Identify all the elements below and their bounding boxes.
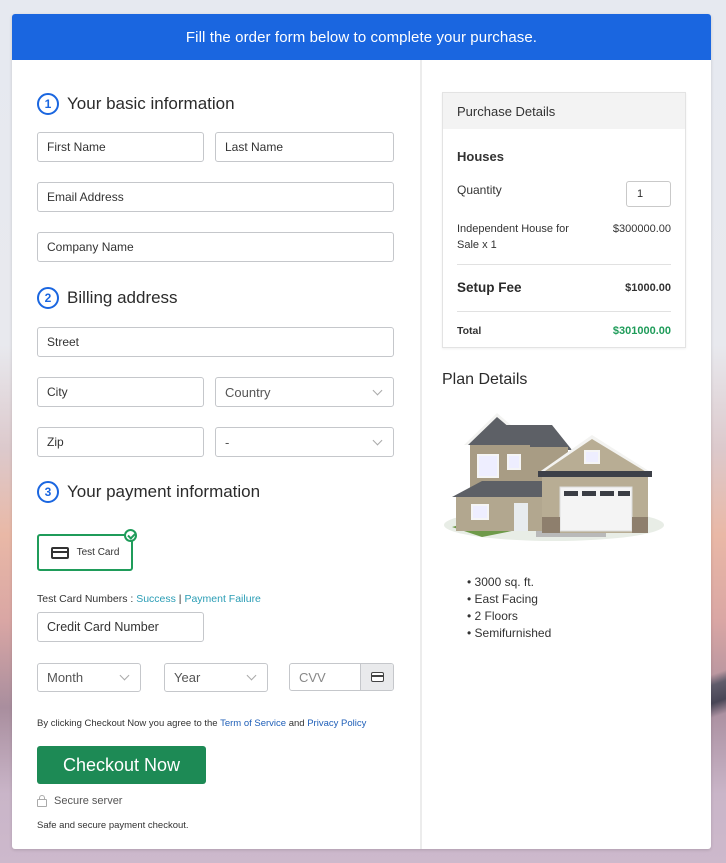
total-label: Total xyxy=(457,325,482,337)
section-basic-info: 1 Your basic information xyxy=(37,93,235,115)
section-title: Your payment information xyxy=(67,482,261,501)
company-input[interactable]: Company Name xyxy=(37,232,394,262)
zip-placeholder: Zip xyxy=(47,435,64,449)
section-title: Your basic information xyxy=(67,94,235,113)
email-placeholder: Email Address xyxy=(47,190,124,204)
success-link[interactable]: Success xyxy=(136,593,176,605)
front-door xyxy=(514,503,528,531)
month-value: Month xyxy=(47,670,84,685)
cvv-input[interactable]: CVV xyxy=(290,664,360,690)
cvv-card-addon xyxy=(360,664,393,690)
email-input[interactable]: Email Address xyxy=(37,182,394,212)
terms-agreement: By clicking Checkout Now you agree to th… xyxy=(37,718,366,729)
street-input[interactable]: Street xyxy=(37,327,394,357)
product-group: Houses xyxy=(457,149,671,164)
product-group-title: Houses xyxy=(457,149,504,164)
test-card-numbers: Test Card Numbers : Success | Payment Fa… xyxy=(37,593,261,605)
feature-item: Semifurnished xyxy=(467,625,552,642)
terms-of-service-link[interactable]: Term of Service xyxy=(220,718,286,729)
order-form-card: Fill the order form below to complete yo… xyxy=(12,14,711,849)
agreement-text: By clicking Checkout Now you agree to th… xyxy=(37,718,221,729)
divider xyxy=(457,311,671,312)
section-payment: 3 Your payment information xyxy=(37,481,260,503)
check-circle-icon xyxy=(124,529,137,542)
first-name-placeholder: First Name xyxy=(47,140,106,154)
card-number-placeholder: Credit Card Number xyxy=(47,620,159,634)
feature-item: 3000 sq. ft. xyxy=(467,574,551,591)
item-row: Independent House for Sale x 1 $300000.0… xyxy=(457,221,671,253)
setup-fee-label: Setup Fee xyxy=(457,280,522,295)
plan-details-title: Plan Details xyxy=(442,371,528,388)
chevron-down-icon xyxy=(246,670,257,681)
purchase-details-header: Purchase Details xyxy=(443,93,685,129)
secure-server-text: Secure server xyxy=(54,795,123,807)
item-price: $300000.00 xyxy=(612,223,671,235)
test-card-option[interactable]: Test Card xyxy=(37,529,137,571)
lock-icon xyxy=(37,794,47,807)
zip-input[interactable]: Zip xyxy=(37,427,204,457)
checkout-now-button[interactable]: Checkout Now xyxy=(37,746,206,784)
header-banner: Fill the order form below to complete yo… xyxy=(12,14,711,60)
privacy-policy-link[interactable]: Privacy Policy xyxy=(307,718,366,729)
country-select[interactable]: Country xyxy=(215,377,394,407)
first-name-input[interactable]: First Name xyxy=(37,132,204,162)
section-billing: 2 Billing address xyxy=(37,287,178,309)
setup-fee-row: Setup Fee $1000.00 xyxy=(457,280,671,295)
chevron-down-icon xyxy=(372,435,383,445)
porch-roof xyxy=(452,481,542,497)
chevron-down-icon xyxy=(119,670,130,681)
step-number-3: 3 xyxy=(37,481,59,503)
last-name-input[interactable]: Last Name xyxy=(215,132,394,162)
payment-failure-link[interactable]: Payment Failure xyxy=(184,593,260,605)
garage-eave xyxy=(538,471,652,477)
cvv-placeholder: CVV xyxy=(299,669,326,685)
street-placeholder: Street xyxy=(47,335,80,349)
feature-item: 2 Floors xyxy=(467,608,551,625)
window-lower xyxy=(471,504,489,520)
feature-item: East Facing xyxy=(467,591,551,608)
month-select[interactable]: Month xyxy=(37,663,141,692)
total-row: Total $301000.00 xyxy=(457,325,671,337)
plan-features-list: 3000 sq. ft. East Facing 2 Floors Semifu… xyxy=(467,574,552,642)
column-divider xyxy=(420,60,422,849)
house-image xyxy=(444,413,664,541)
country-value: Country xyxy=(225,384,271,400)
year-select[interactable]: Year xyxy=(164,663,268,692)
quantity-label: Quantity xyxy=(457,183,502,197)
company-placeholder: Company Name xyxy=(47,240,134,254)
total-value: $301000.00 xyxy=(612,325,671,337)
divider xyxy=(457,264,671,265)
purchase-details-box: Purchase Details Houses Quantity 1 Indep… xyxy=(442,92,686,348)
section-title: Billing address xyxy=(67,288,178,307)
quantity-input[interactable]: 1 xyxy=(626,181,671,207)
city-placeholder: City xyxy=(47,385,68,399)
stone-left xyxy=(542,517,560,533)
test-card-label: Test Card xyxy=(76,547,120,558)
chevron-down-icon xyxy=(372,385,383,395)
card-number-input[interactable]: Credit Card Number xyxy=(37,612,204,642)
window-upper-left xyxy=(477,454,499,478)
lower-wall xyxy=(456,497,542,531)
credit-card-icon xyxy=(50,546,69,559)
setup-fee-value: $1000.00 xyxy=(625,281,671,294)
last-name-placeholder: Last Name xyxy=(225,140,284,154)
year-value: Year xyxy=(174,670,201,685)
safe-checkout-text: Safe and secure payment checkout. xyxy=(37,820,189,831)
item-name: Independent House for Sale x 1 xyxy=(457,223,569,251)
test-numbers-label: Test Card Numbers : xyxy=(37,593,137,605)
step-number-1: 1 xyxy=(37,93,59,115)
step-number-2: 2 xyxy=(37,287,59,309)
secure-server-note: Secure server xyxy=(37,794,123,807)
credit-card-icon xyxy=(370,672,384,682)
city-input[interactable]: City xyxy=(37,377,204,407)
window-upper-right xyxy=(507,454,521,470)
cvv-input-group: CVV xyxy=(289,663,394,691)
state-select[interactable]: - xyxy=(215,427,394,457)
state-value: - xyxy=(225,434,230,450)
agreement-and: and xyxy=(286,718,308,729)
stone-right xyxy=(632,517,648,533)
gable-window xyxy=(584,450,600,464)
